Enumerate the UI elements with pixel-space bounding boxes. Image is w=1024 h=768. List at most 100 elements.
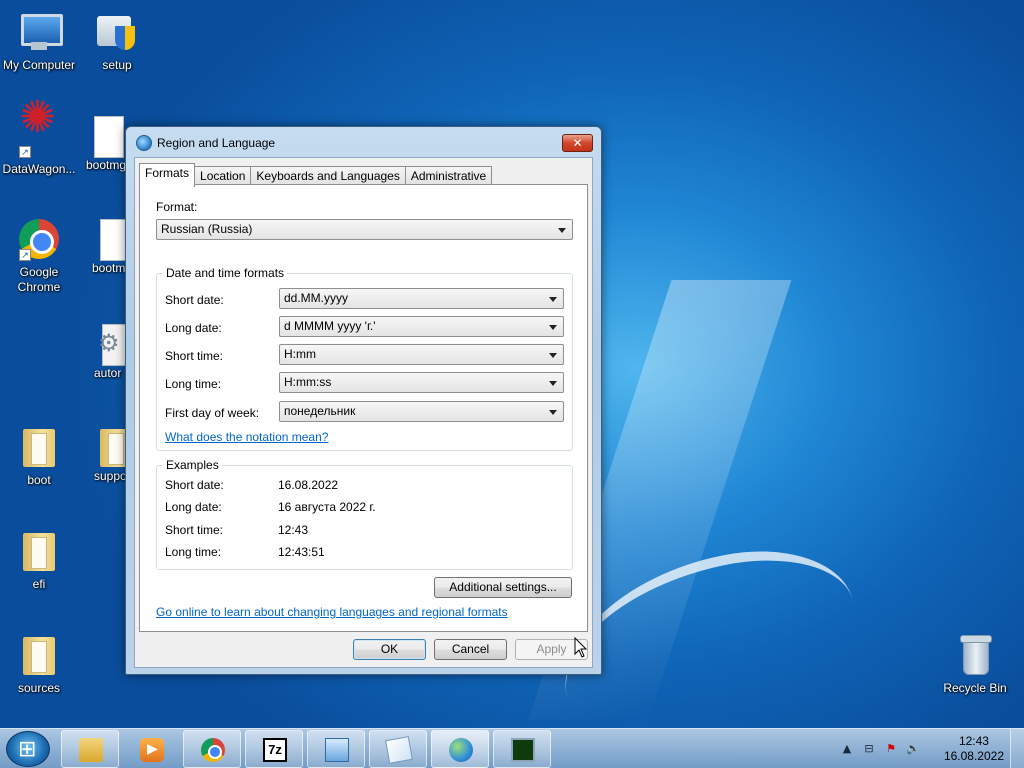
example-short-date-label: Short date:: [165, 478, 224, 492]
action-center-flag-icon[interactable]: ⚑: [884, 742, 898, 756]
network-icon[interactable]: ⊟: [862, 742, 876, 756]
taskbar-resource-monitor[interactable]: [493, 730, 551, 768]
example-long-time-value: 12:43:51: [278, 545, 325, 559]
clock-time: 12:43: [958, 734, 989, 748]
taskbar-7zip[interactable]: 7z: [245, 730, 303, 768]
additional-settings-button[interactable]: Additional settings...: [434, 577, 572, 598]
online-help-link[interactable]: Go online to learn about changing langua…: [156, 605, 508, 619]
computer-icon: [17, 10, 63, 54]
chevron-down-icon: [549, 410, 557, 415]
tab-strip: Formats Location Keyboards and Languages…: [139, 163, 493, 187]
desktop-icon-bootmgr[interactable]: bootmg: [78, 114, 126, 173]
first-day-of-week-label: First day of week:: [165, 406, 260, 420]
notation-help-link[interactable]: What does the notation mean?: [165, 430, 328, 444]
desktop-icon-label: Google Chrome: [17, 265, 61, 294]
desktop-icon-label: setup: [102, 58, 132, 72]
taskbar-explorer[interactable]: [61, 730, 119, 768]
system-tray: ▲ ⊟ ⚑ 🔈 12:43 16.08.2022: [834, 729, 1024, 768]
desktop-icon-bootmgr-efi[interactable]: bootm: [78, 217, 126, 276]
examples-group: Examples Short date: 16.08.2022 Long dat…: [156, 458, 573, 570]
chevron-down-icon: [549, 353, 557, 358]
taskbar-region-language[interactable]: [431, 730, 489, 768]
taskbar-media-player[interactable]: [122, 730, 180, 768]
desktop-icon-label: bootm: [92, 261, 126, 275]
long-time-value: H:mm:ss: [284, 375, 332, 389]
tab-keyboards-and-languages[interactable]: Keyboards and Languages: [250, 166, 406, 186]
desktop-icon-label: My Computer: [2, 58, 76, 72]
clock-date: 16.08.2022: [943, 749, 1004, 763]
example-long-time-label: Long time:: [165, 545, 222, 559]
short-time-label: Short time:: [165, 349, 224, 363]
folder-icon: [17, 633, 61, 677]
ok-button[interactable]: OK: [353, 639, 426, 660]
taskbar-notepad[interactable]: [369, 730, 427, 768]
file-icon: [86, 114, 126, 158]
desktop-icon-autorun[interactable]: autor: [78, 322, 126, 381]
taskbar-chrome[interactable]: [183, 730, 241, 768]
shortcut-arrow-icon: ↗: [19, 146, 31, 158]
desktop-icon-label: bootmg: [86, 158, 126, 172]
long-time-dropdown[interactable]: H:mm:ss: [279, 372, 564, 393]
desktop-icon-label: suppo: [94, 469, 126, 483]
mouse-cursor-icon: [574, 637, 588, 658]
volume-icon[interactable]: 🔈: [906, 742, 920, 756]
title-bar[interactable]: Region and Language ✕: [126, 127, 601, 157]
setup-installer-icon: [95, 10, 139, 54]
desktop-icon-recycle-bin[interactable]: Recycle Bin: [936, 633, 1014, 696]
desktop-icon-support-folder[interactable]: suppo: [78, 425, 126, 484]
start-button[interactable]: [6, 731, 50, 767]
taskbar-control-panel[interactable]: [307, 730, 365, 768]
desktop-icon-google-chrome[interactable]: ↗ Google Chrome: [0, 217, 78, 295]
chevron-down-icon: [558, 228, 566, 233]
desktop-icon-datawagon[interactable]: ↗ DataWagon...: [0, 110, 78, 177]
example-short-date-value: 16.08.2022: [278, 478, 339, 492]
desktop-icon-label: autor: [94, 366, 122, 380]
chevron-up-icon[interactable]: ▲: [840, 742, 854, 756]
file-icon: [92, 217, 126, 261]
long-date-dropdown[interactable]: d MMMM yyyy 'г.': [279, 316, 564, 337]
short-date-value: dd.MM.yyyy: [284, 291, 349, 305]
desktop-icon-efi-folder[interactable]: efi: [0, 529, 78, 592]
dialog-title: Region and Language: [157, 136, 276, 150]
desktop-icon-my-computer[interactable]: My Computer: [0, 10, 78, 73]
desktop-icon-sources-folder[interactable]: sources: [0, 633, 78, 696]
clock[interactable]: 12:43 16.08.2022: [944, 734, 1004, 764]
format-dropdown-value: Russian (Russia): [161, 222, 253, 236]
format-dropdown[interactable]: Russian (Russia): [156, 219, 573, 240]
desktop-icon-setup[interactable]: setup: [78, 10, 156, 73]
7zip-icon: 7z: [263, 738, 287, 762]
chevron-down-icon: [549, 381, 557, 386]
show-desktop-button[interactable]: [1010, 729, 1024, 768]
datawagon-icon: ↗: [17, 110, 61, 158]
folder-icon: [17, 529, 61, 573]
globe-clock-icon: [449, 738, 473, 762]
group-title: Examples: [163, 458, 222, 472]
long-time-label: Long time:: [165, 377, 222, 391]
folder-icon: [94, 425, 126, 469]
tab-administrative[interactable]: Administrative: [404, 166, 493, 186]
example-long-date-label: Long date:: [165, 500, 222, 514]
example-short-time-label: Short time:: [165, 523, 224, 537]
desktop-icon-boot-folder[interactable]: boot: [0, 425, 78, 488]
shortcut-arrow-icon: ↗: [19, 249, 31, 261]
region-globe-icon: [136, 135, 152, 151]
close-button[interactable]: ✕: [562, 134, 593, 152]
control-panel-icon: [325, 738, 349, 762]
monitor-icon: [511, 738, 535, 762]
example-short-time-value: 12:43: [278, 523, 309, 537]
short-date-dropdown[interactable]: dd.MM.yyyy: [279, 288, 564, 309]
media-player-icon: [140, 738, 164, 762]
notepad-icon: [385, 736, 413, 764]
cancel-button[interactable]: Cancel: [434, 639, 507, 660]
tab-formats[interactable]: Formats: [139, 163, 196, 187]
long-date-label: Long date:: [165, 321, 222, 335]
tab-location[interactable]: Location: [194, 166, 252, 186]
desktop-icon-label: DataWagon...: [2, 162, 76, 176]
chevron-down-icon: [549, 297, 557, 302]
region-language-dialog: Region and Language ✕ Formats Location K…: [125, 126, 602, 675]
desktop-icon-label: efi: [32, 577, 46, 591]
format-label: Format:: [156, 200, 198, 214]
first-day-of-week-dropdown[interactable]: понедельник: [279, 401, 564, 422]
long-date-value: d MMMM yyyy 'г.': [284, 319, 376, 333]
short-time-dropdown[interactable]: H:mm: [279, 344, 564, 365]
